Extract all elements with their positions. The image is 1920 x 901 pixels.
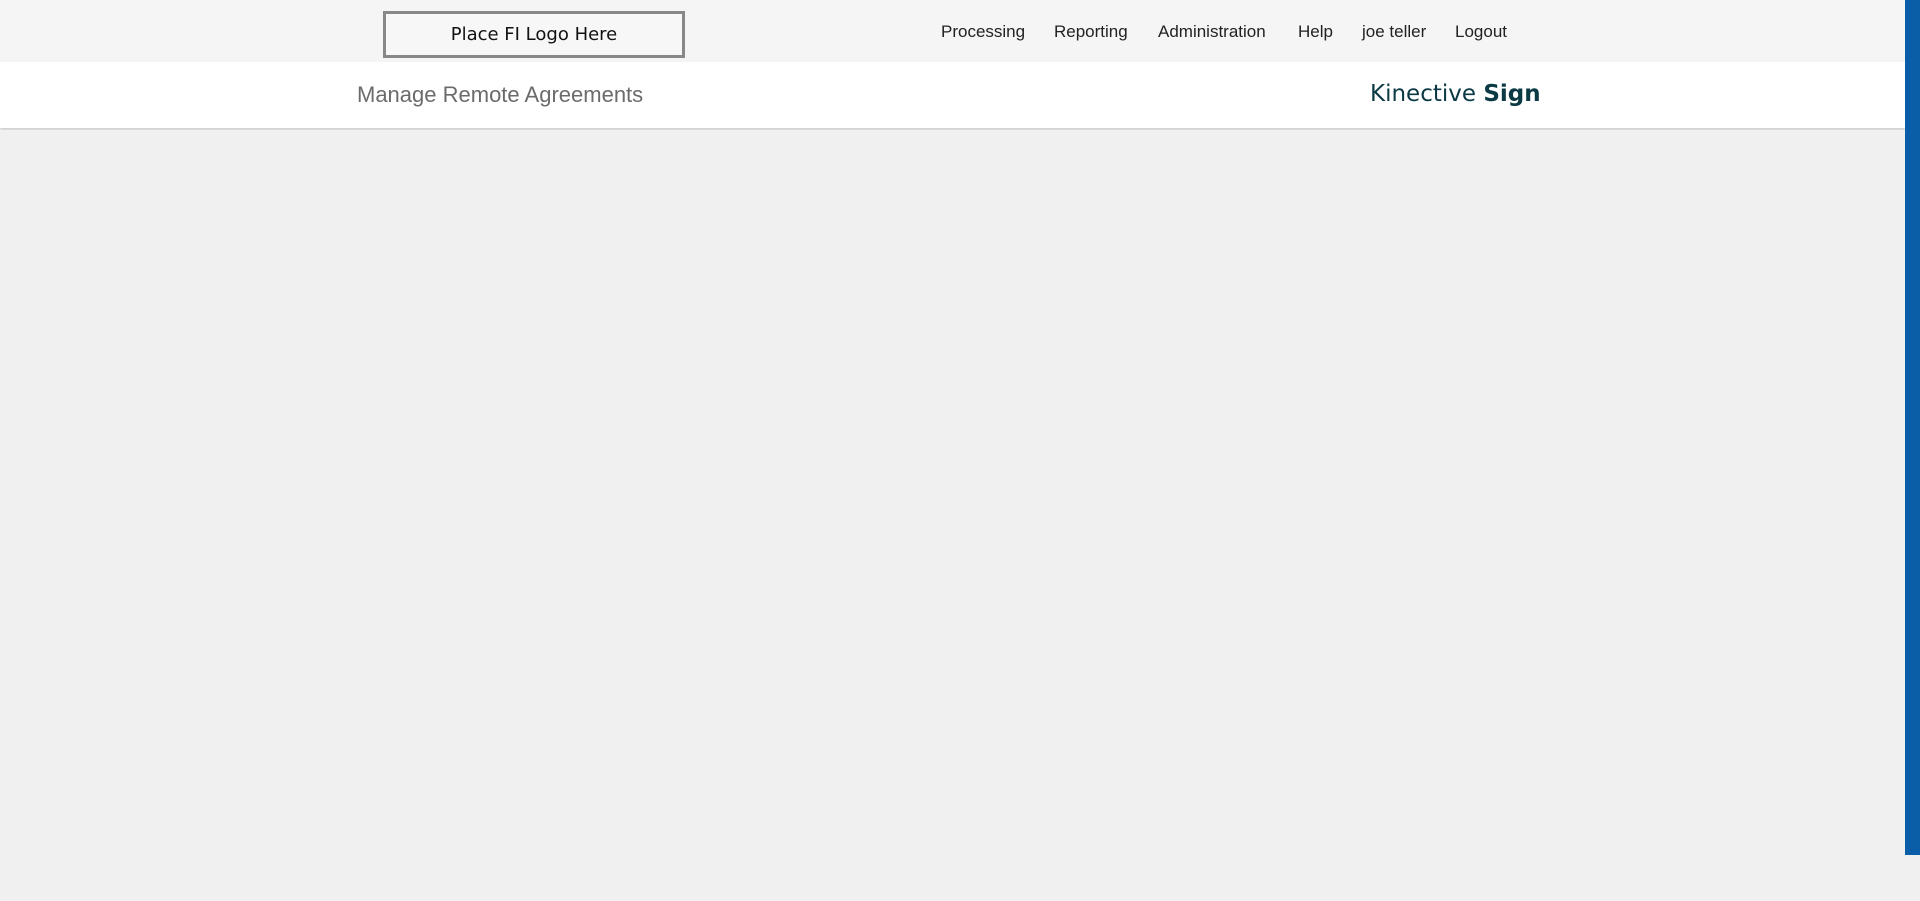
sub-header: Manage Remote Agreements Kinective Sign — [0, 62, 1905, 128]
brand-name-bold: Sign — [1483, 81, 1541, 107]
nav-item-help[interactable]: Help — [1298, 22, 1333, 42]
brand-logo: Kinective Sign — [1370, 81, 1541, 107]
brand-name-light: Kinective — [1370, 81, 1477, 107]
nav-item-user[interactable]: joe teller — [1362, 22, 1426, 42]
side-accent-bar — [1905, 0, 1920, 855]
nav-item-reporting[interactable]: Reporting — [1054, 22, 1128, 42]
nav-item-logout[interactable]: Logout — [1455, 22, 1507, 42]
main-content-area — [0, 130, 1905, 901]
top-bar: Place FI Logo Here Processing Reporting … — [0, 0, 1905, 62]
fi-logo-placeholder: Place FI Logo Here — [383, 11, 685, 58]
page-title: Manage Remote Agreements — [357, 82, 644, 107]
nav-item-processing[interactable]: Processing — [941, 22, 1025, 42]
nav-item-administration[interactable]: Administration — [1158, 22, 1266, 42]
